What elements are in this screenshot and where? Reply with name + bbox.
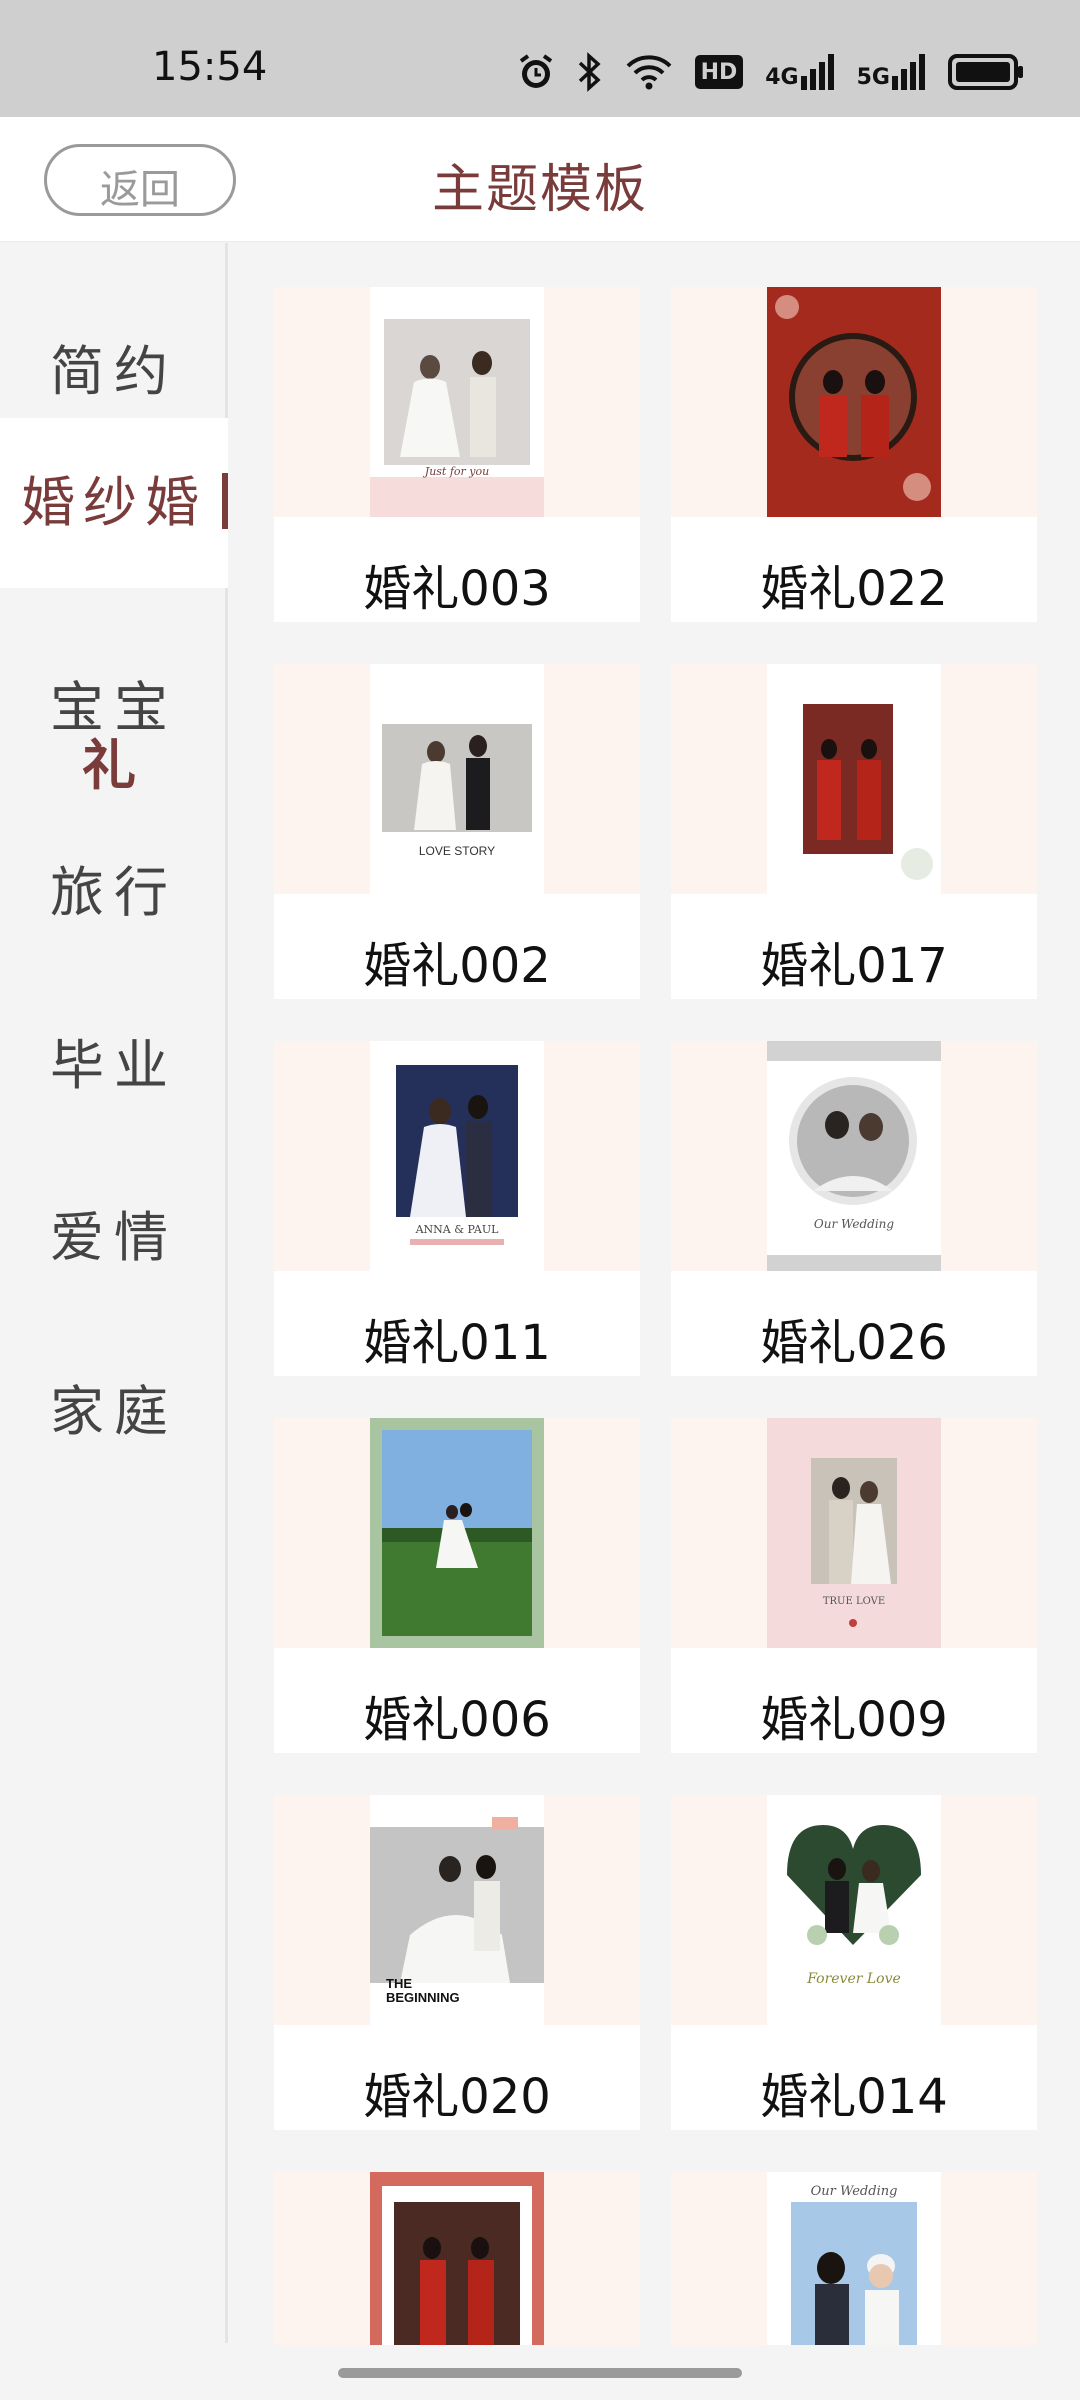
template-label: 婚礼026 [760,1315,948,1371]
template-card[interactable]: 婚礼017 [671,664,1037,999]
category-love[interactable]: 爱情 [0,1193,228,1272]
template-card[interactable]: 婚礼022 [671,287,1037,622]
template-thumbnail: Just for you [370,287,544,517]
template-thumbnail: LOVE STORY [370,664,544,894]
category-baby-label: 宝宝 [50,676,178,739]
status-bar: 15:54 HD 4G 5G [0,0,1080,117]
template-thumbnail: Our Wedding [767,1041,941,1271]
template-label: 婚礼009 [760,1692,948,1748]
template-label: 婚礼003 [363,561,551,617]
thumb-caption: THE BEGINNING [386,1976,460,2005]
template-thumbnail: TRUE LOVE [767,1418,941,1648]
thumb-caption: TRUE LOVE [822,1596,886,1607]
battery-icon [948,54,1024,90]
template-card[interactable]: Our Wedding 婚礼026 [671,1041,1037,1376]
template-label: 婚礼020 [363,2069,551,2125]
category-baby-label-2: 礼 [82,734,146,797]
active-indicator [222,473,228,529]
template-card[interactable]: TRUE LOVE 婚礼009 [671,1418,1037,1753]
status-icons: HD 4G 5G [517,48,1024,96]
category-sidebar: 简约 婚纱婚 宝宝 礼 旅行 毕业 爱情 家庭 [0,243,228,2343]
template-card[interactable]: THE BEGINNING 婚礼020 [274,1795,640,2130]
page-title: 主题模板 [431,160,648,220]
template-label: 婚礼006 [363,1692,551,1748]
category-wedding-label: 婚纱婚 [21,471,207,534]
template-label: 婚礼002 [363,938,551,994]
thumb-caption: Our Wedding [813,1217,895,1231]
signal-5g-icon: 5G [857,54,926,90]
template-card[interactable]: 婚礼006 [274,1418,640,1753]
thumb-caption: ANNA & PAUL [415,1223,499,1236]
thumb-caption: Forever Love [807,1971,901,1987]
template-label: 婚礼011 [363,1315,551,1371]
category-family[interactable]: 家庭 [0,1367,228,1446]
home-indicator[interactable] [338,2368,742,2378]
category-travel[interactable]: 旅行 [0,848,228,927]
category-jianyue[interactable]: 简约 [0,327,228,406]
template-thumbnail: THE BEGINNING [370,1795,544,2025]
template-card[interactable]: LOVE STORY 婚礼002 [274,664,640,999]
template-label: 婚礼022 [760,561,948,617]
template-label: 婚礼014 [760,2069,948,2125]
header: 返回 主题模板 [0,117,1080,242]
template-thumbnail [767,287,941,517]
thumb-caption: LOVE STORY [418,844,496,858]
alarm-icon [517,53,555,91]
status-time: 15:54 [152,44,268,90]
template-thumbnail: Forever Love [767,1795,941,2025]
category-baby[interactable]: 宝宝 礼 [0,679,228,795]
template-card[interactable]: Just for you 婚礼003 [274,287,640,622]
hd-icon: HD [694,55,744,89]
template-thumbnail: ANNA & PAUL [370,1041,544,1271]
signal-4g-icon: 4G [765,54,834,90]
bluetooth-icon [577,52,603,92]
category-wedding[interactable]: 婚纱婚 [0,418,228,588]
template-thumbnail [370,1418,544,1648]
template-card[interactable]: ANNA & PAUL 婚礼011 [274,1041,640,1376]
wifi-icon [625,53,673,91]
template-card[interactable]: Forever Love 婚礼014 [671,1795,1037,2130]
thumb-caption: Just for you [424,465,490,478]
category-graduation[interactable]: 毕业 [0,1021,228,1100]
template-thumbnail [767,664,941,894]
template-label: 婚礼017 [760,938,948,994]
thumb-caption: Our Wedding [810,2184,898,2199]
